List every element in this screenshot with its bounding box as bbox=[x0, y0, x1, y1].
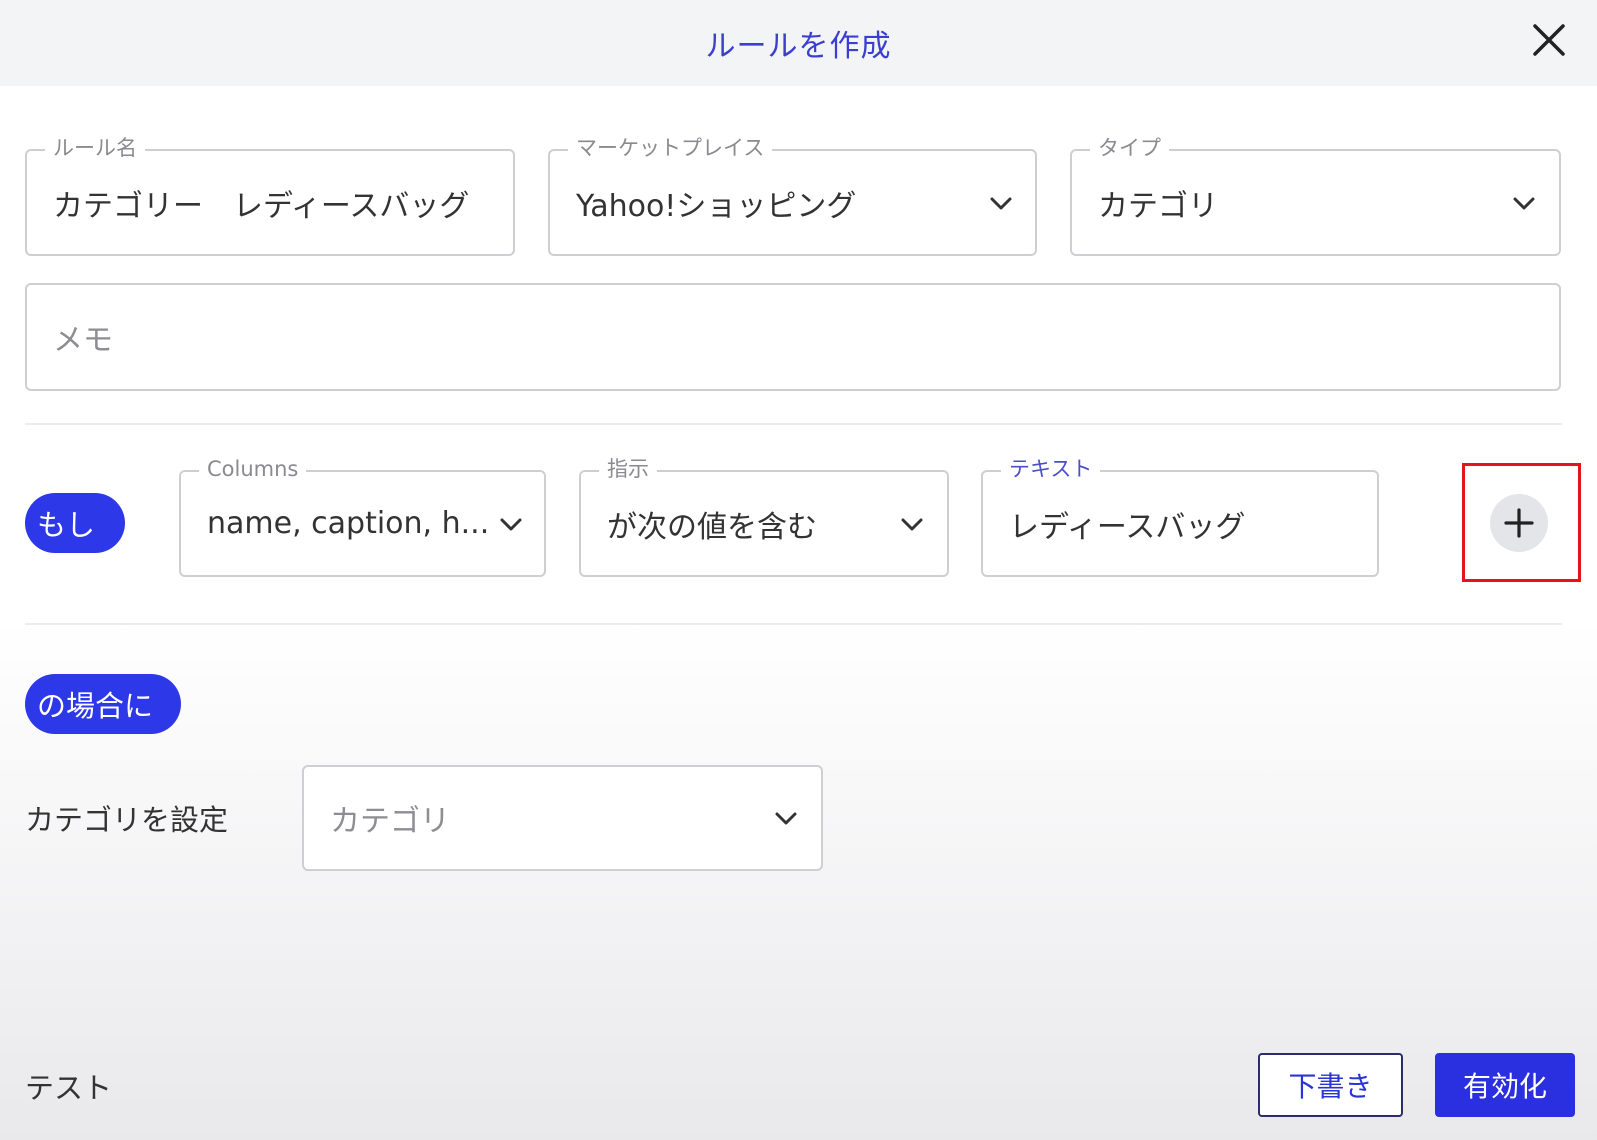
operator-value: が次の値を含む bbox=[607, 509, 817, 545]
operator-select[interactable]: 指示 が次の値を含む bbox=[579, 454, 949, 577]
category-select[interactable]: カテゴリ bbox=[302, 765, 823, 871]
rule-name-input[interactable]: ルール名 カテゴリー レディースバッグ bbox=[25, 133, 515, 256]
rule-name-value: カテゴリー レディースバッグ bbox=[53, 188, 470, 224]
category-placeholder: カテゴリ bbox=[330, 804, 450, 839]
text-input[interactable]: テキスト レディースバッグ bbox=[981, 454, 1379, 577]
highlight-box bbox=[1462, 463, 1581, 582]
type-value: カテゴリ bbox=[1098, 188, 1218, 224]
if-badge: もし bbox=[25, 493, 125, 553]
marketplace-value: Yahoo!ショッピング bbox=[576, 188, 857, 224]
columns-select[interactable]: Columns name, caption, h... bbox=[179, 454, 546, 577]
chevron-down-icon bbox=[500, 518, 522, 530]
dialog-header: ルールを作成 bbox=[0, 0, 1597, 86]
divider bbox=[25, 623, 1562, 625]
enable-button[interactable]: 有効化 bbox=[1435, 1053, 1575, 1117]
memo-placeholder: メモ bbox=[53, 323, 113, 358]
chevron-down-icon bbox=[990, 197, 1012, 209]
enable-button-label: 有効化 bbox=[1462, 1070, 1547, 1103]
marketplace-select[interactable]: マーケットプレイス Yahoo!ショッピング bbox=[548, 133, 1037, 256]
dialog-title: ルールを作成 bbox=[705, 29, 892, 64]
then-label: の場合に bbox=[37, 689, 154, 723]
close-icon[interactable] bbox=[1527, 18, 1571, 62]
if-label: もし bbox=[37, 508, 96, 542]
test-link[interactable]: テスト bbox=[25, 1065, 112, 1107]
chevron-down-icon bbox=[1513, 197, 1535, 209]
draft-button[interactable]: 下書き bbox=[1258, 1053, 1403, 1117]
memo-field[interactable]: メモ bbox=[25, 283, 1561, 391]
draft-button-label: 下書き bbox=[1288, 1070, 1373, 1103]
chevron-down-icon bbox=[901, 518, 923, 530]
columns-value: name, caption, h... bbox=[207, 506, 490, 541]
set-category-label: カテゴリを設定 bbox=[25, 803, 229, 837]
then-badge: の場合に bbox=[25, 674, 181, 734]
type-select[interactable]: タイプ カテゴリ bbox=[1070, 133, 1561, 256]
chevron-down-icon bbox=[775, 812, 797, 825]
text-value: レディースバッグ bbox=[1009, 509, 1246, 545]
divider bbox=[25, 423, 1562, 425]
